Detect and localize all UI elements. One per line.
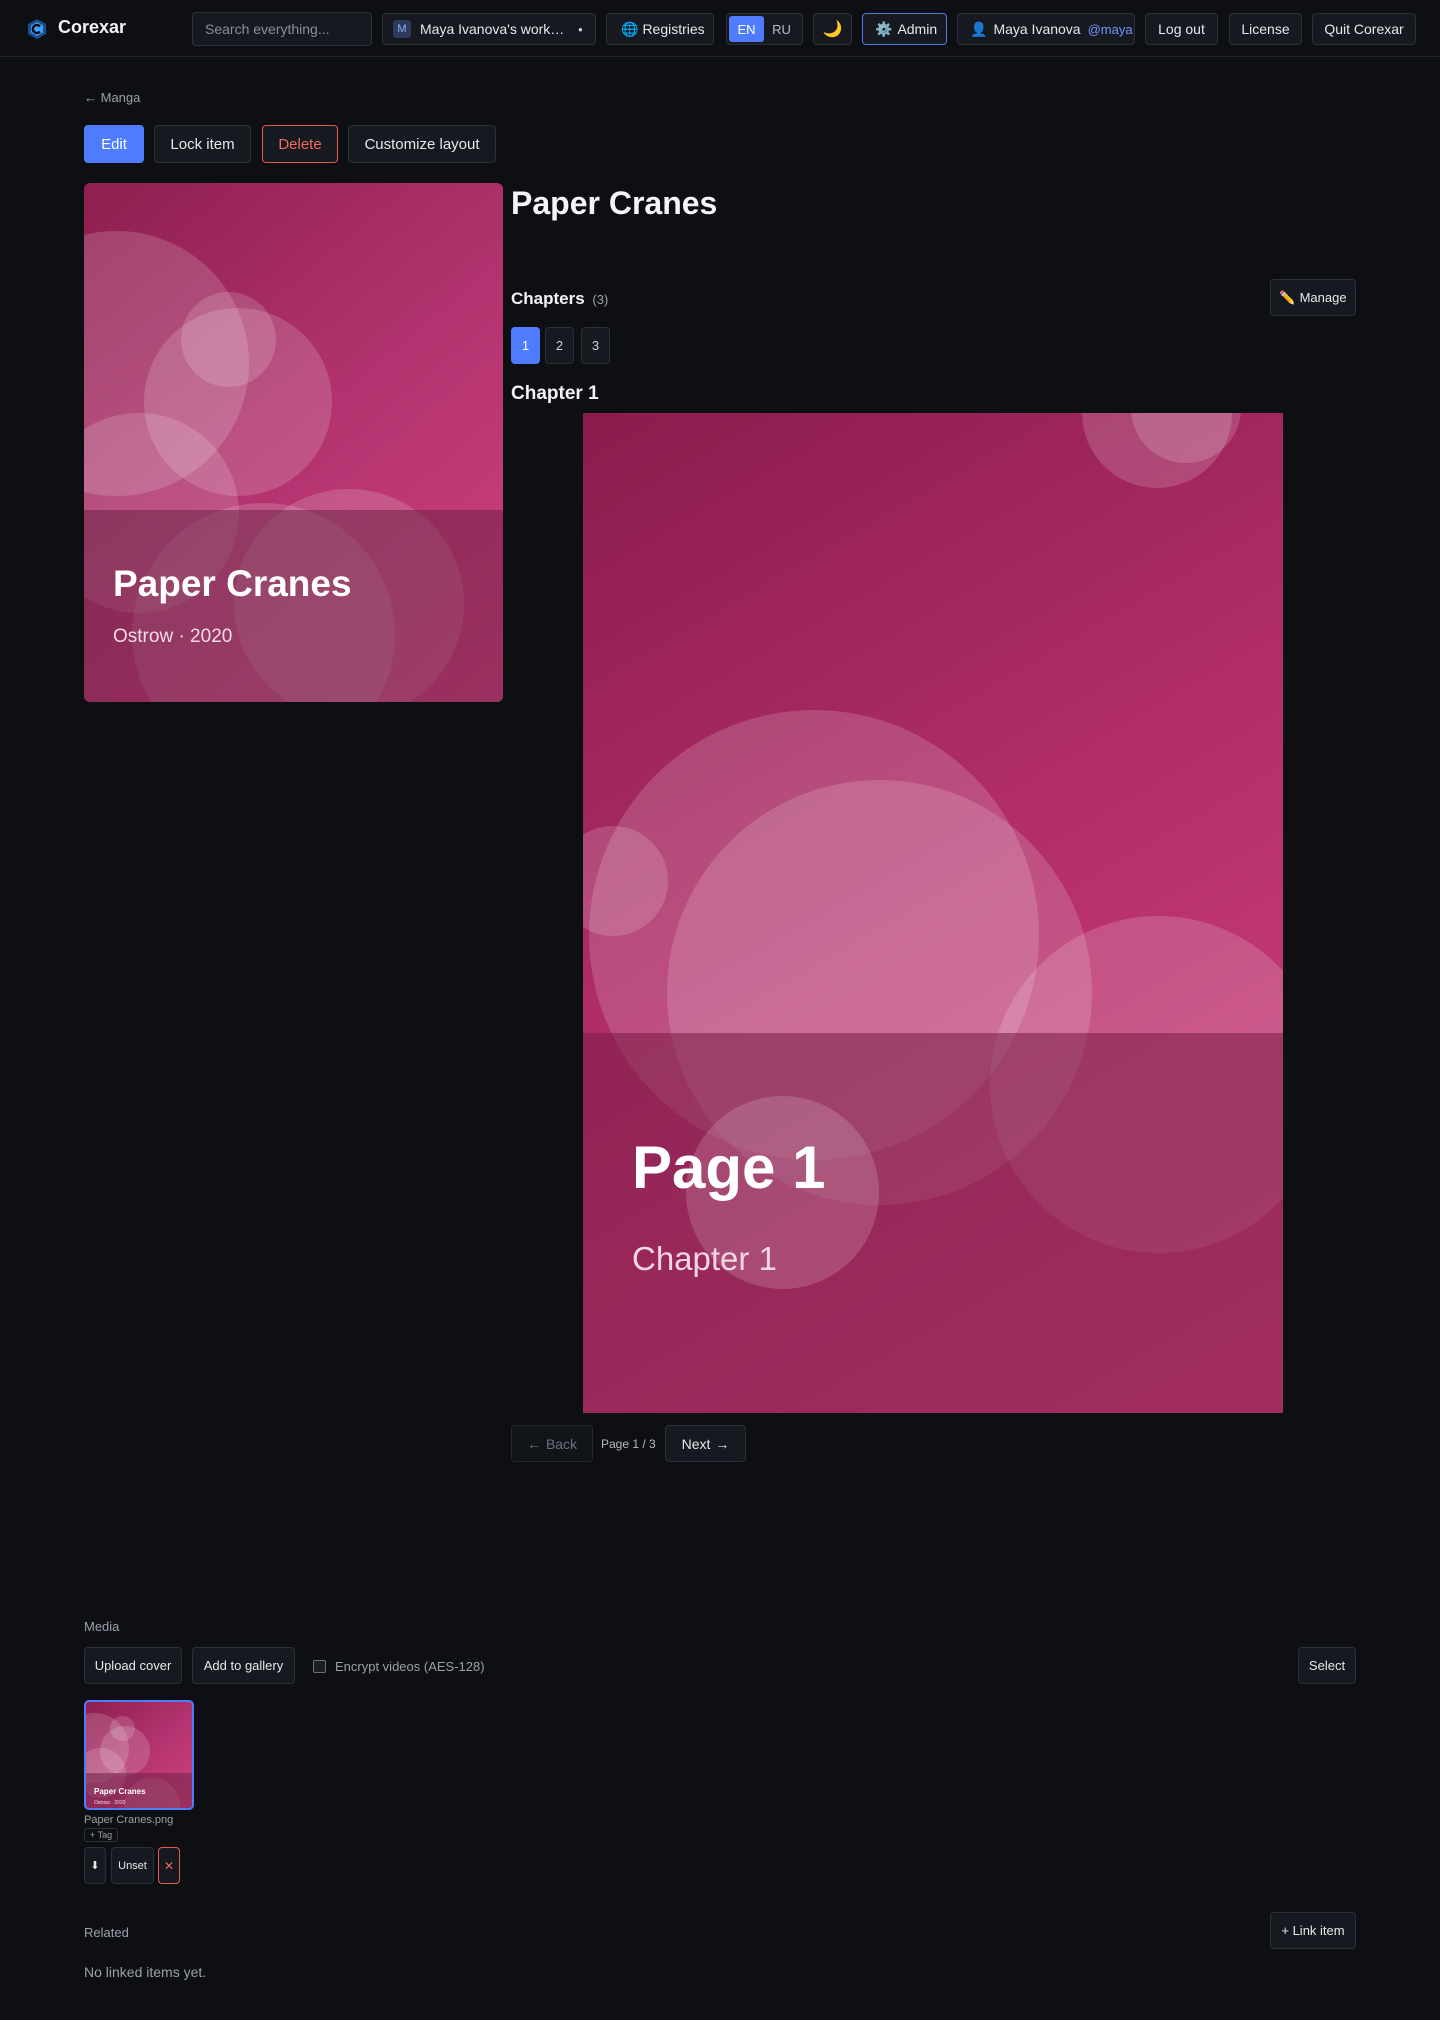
edit-button[interactable]: Edit [84,125,144,163]
thumb-title: Paper Cranes [94,1787,146,1796]
cover-subtitle: Ostrow · 2020 [113,626,233,647]
close-icon: ✕ [163,1858,175,1873]
license-label: License [1241,21,1290,37]
manage-chapters-button[interactable]: ✏️ Manage [1270,279,1356,316]
back-label: Back [545,1435,578,1452]
thumb-decor-circle [110,1716,135,1741]
breadcrumb[interactable]: ← Manga [84,90,140,105]
workspace-avatar: M [393,20,411,38]
language-switcher: EN RU [726,13,803,45]
arrow-left-icon: ← [84,90,97,105]
quit-button[interactable]: Quit Corexar [1312,13,1416,45]
cover-caption-band [84,510,503,702]
corexar-logo-icon[interactable] [25,17,49,41]
quit-label: Quit Corexar [1324,21,1404,37]
license-button[interactable]: License [1229,13,1302,45]
chapters-count: (3) [592,292,609,307]
gear-icon: ⚙️ [875,20,893,37]
chapters-heading: Chapters (3) [511,289,608,309]
logout-label: Log out [1158,21,1205,37]
encrypt-videos-toggle[interactable]: Encrypt videos (AES-128) [313,1659,485,1674]
arrow-right-icon: → [715,1435,730,1452]
user-icon: 👤 [970,20,988,37]
user-handle: @maya [1087,21,1133,37]
select-button[interactable]: Select [1298,1647,1356,1684]
lock-item-button[interactable]: Lock item [154,125,251,163]
reader-page-image: Page 1 Chapter 1 [583,413,1283,1413]
encrypt-checkbox[interactable] [313,1660,326,1673]
brand-name[interactable]: Corexar [58,17,126,38]
cover-decor-circle [181,292,276,387]
encrypt-label: Encrypt videos (AES-128) [335,1659,485,1674]
chapters-heading-label: Chapters [511,289,585,308]
user-name: Maya Ivanova [993,21,1081,37]
chapter-tab-3[interactable]: 3 [581,327,610,364]
registries-label: Registries [642,21,705,37]
chapter-tab-2[interactable]: 2 [545,327,574,364]
cover-image: Paper Cranes Ostrow · 2020 [84,183,503,702]
related-heading: Related [84,1925,129,1940]
breadcrumb-label: Manga [100,90,141,105]
moon-icon: 🌙 [822,21,843,38]
admin-button[interactable]: ⚙️ Admin [862,13,947,45]
workspace-label: Maya Ivanova's workspace [420,21,570,37]
globe-icon: 🌐 [621,20,639,37]
upload-cover-button[interactable]: Upload cover [84,1647,182,1684]
admin-label: Admin [897,21,938,37]
page-caption-band [583,1033,1283,1413]
chapter-tab-1[interactable]: 1 [511,327,540,364]
related-empty-state: No linked items yet. [84,1964,207,1980]
search-input[interactable]: Search everything... [192,12,372,46]
cover-title: Paper Cranes [113,563,352,604]
pencil-icon: ✏️ [1279,289,1296,305]
current-chapter-heading: Chapter 1 [511,383,599,404]
lang-option-ru[interactable]: RU [764,16,799,42]
theme-toggle[interactable]: 🌙 [813,13,852,45]
remove-media-button[interactable]: ✕ [158,1847,180,1884]
media-thumbnail[interactable]: Paper Cranes Ostrow · 2020 [84,1700,194,1810]
next-button[interactable]: Next → [665,1425,746,1462]
add-to-gallery-button[interactable]: Add to gallery [192,1647,295,1684]
top-bar: Corexar Search everything... M Maya Ivan… [0,0,1440,57]
customize-layout-button[interactable]: Customize layout [348,125,496,163]
user-menu[interactable]: 👤 Maya Ivanova @maya [957,13,1135,45]
thumb-subtitle: Ostrow · 2020 [94,1800,126,1806]
logout-button[interactable]: Log out [1145,13,1218,45]
download-icon: ⬇ [90,1860,100,1872]
add-tag-button[interactable]: + Tag [84,1828,119,1842]
back-button[interactable]: ← Back [511,1425,593,1462]
registries-button[interactable]: 🌐 Registries [606,13,714,45]
unset-button[interactable]: Unset [111,1847,154,1884]
page-title: Paper Cranes [511,185,718,221]
delete-button[interactable]: Delete [262,125,338,163]
search-placeholder: Search everything... [205,21,330,37]
page-counter: Page 1 / 3 [601,1437,656,1451]
lang-option-en[interactable]: EN [729,16,764,42]
manage-label: Manage [1299,290,1347,305]
reader-page-title: Page 1 [632,1134,826,1201]
arrow-left-icon: ← [526,1435,541,1452]
link-item-button[interactable]: + Link item [1270,1912,1356,1949]
workspace-switcher[interactable]: M Maya Ivanova's workspace ● [382,13,596,45]
next-label: Next [681,1435,711,1452]
media-filename: Paper Cranes.png [84,1814,174,1826]
chevron-down-icon: ● [578,24,583,34]
download-button[interactable]: ⬇ [84,1847,106,1884]
reader-page-subtitle: Chapter 1 [632,1240,777,1277]
media-heading: Media [84,1619,120,1634]
